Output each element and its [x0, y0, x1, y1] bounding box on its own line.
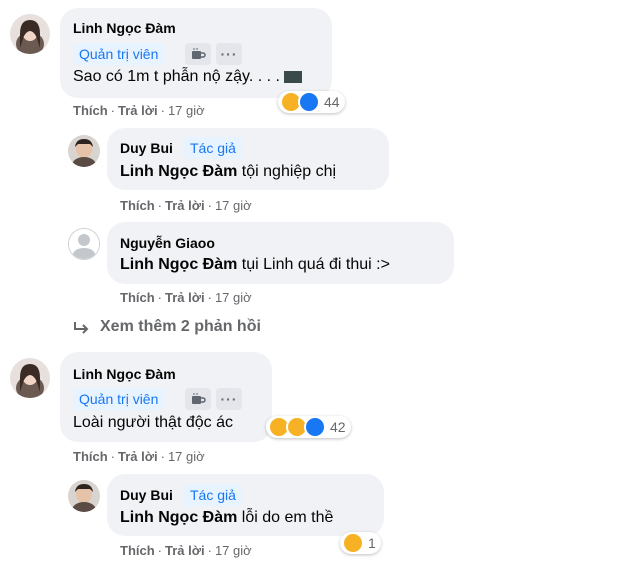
comment-actions: Thích · Trả lời · 17 giờ: [73, 103, 205, 118]
avatar-photo: [10, 14, 50, 54]
timestamp[interactable]: 17 giờ: [215, 290, 252, 305]
avatar-placeholder[interactable]: [68, 228, 100, 260]
reply-link[interactable]: Trả lời: [165, 198, 205, 213]
mention-link[interactable]: Linh Ngọc Đàm: [120, 509, 237, 526]
comment-author[interactable]: Linh Ngọc Đàm: [73, 366, 176, 382]
reply-link[interactable]: Trả lời: [165, 543, 205, 558]
like-icon: [304, 416, 326, 438]
reply-author[interactable]: Duy Bui: [120, 140, 173, 156]
reaction-summary[interactable]: 44: [278, 91, 345, 113]
reply-author[interactable]: Nguyễn Giaoo: [120, 235, 215, 251]
mention-link[interactable]: Linh Ngọc Đàm: [120, 256, 237, 273]
mention-link[interactable]: Linh Ngọc Đàm: [120, 163, 237, 180]
reply-text-content: tụi Linh quá đi thui :>: [241, 256, 390, 273]
reply-link[interactable]: Trả lời: [118, 449, 158, 464]
reply-text-content: tội nghiệp chị: [241, 163, 337, 180]
redacted-block: [283, 70, 302, 83]
avatar[interactable]: [10, 358, 50, 398]
timestamp[interactable]: 17 giờ: [215, 198, 252, 213]
comment-text: Sao có 1m t phẫn nộ zậy. . . .: [73, 68, 302, 86]
reply-text: Linh Ngọc Đàm lỗi do em thề: [120, 509, 333, 527]
reply-text-content: lỗi do em thề: [241, 509, 334, 526]
reaction-count: 44: [324, 94, 340, 110]
reply-link[interactable]: Trả lời: [118, 103, 158, 118]
reply-text: Linh Ngọc Đàm tội nghiệp chị: [120, 163, 336, 181]
more-options-button[interactable]: ···: [216, 43, 242, 65]
more-options-button[interactable]: ···: [216, 388, 242, 410]
reply-actions: Thích · Trả lời · 17 giờ: [120, 198, 252, 213]
coffee-icon[interactable]: [185, 43, 211, 65]
reaction-count: 42: [330, 419, 346, 435]
see-more-label[interactable]: Xem thêm 2 phản hồi: [100, 318, 261, 336]
coffee-cup-glyph: [192, 48, 206, 59]
like-link[interactable]: Thích: [73, 449, 108, 464]
reply-bubble: [107, 222, 454, 284]
default-user-icon: [69, 229, 99, 259]
admin-badge[interactable]: Quản trị viên: [73, 388, 165, 410]
like-link[interactable]: Thích: [120, 290, 155, 305]
reply-author[interactable]: Duy Bui: [120, 487, 173, 503]
admin-badge[interactable]: Quản trị viên: [73, 43, 165, 65]
coffee-icon[interactable]: [185, 388, 211, 410]
avatar-photo: [68, 480, 100, 512]
like-link[interactable]: Thích: [73, 103, 108, 118]
comment-text-content: Sao có 1m t phẫn nộ zậy. . . .: [73, 68, 280, 85]
timestamp[interactable]: 17 giờ: [168, 103, 205, 118]
avatar[interactable]: [68, 480, 100, 512]
avatar[interactable]: [68, 135, 100, 167]
avatar-photo: [68, 135, 100, 167]
comment-text: Loài người thật độc ác: [73, 414, 233, 431]
reaction-summary[interactable]: 42: [266, 416, 351, 438]
comment-actions: Thích · Trả lời · 17 giờ: [73, 449, 205, 464]
timestamp[interactable]: 17 giờ: [215, 543, 252, 558]
reaction-count: 1: [368, 535, 376, 551]
avatar[interactable]: [10, 14, 50, 54]
reply-actions: Thích · Trả lời · 17 giờ: [120, 543, 252, 558]
author-badge[interactable]: Tác giả: [184, 484, 242, 506]
haha-icon: [342, 532, 364, 554]
like-link[interactable]: Thích: [120, 543, 155, 558]
reply-text: Linh Ngọc Đàm tụi Linh quá đi thui :>: [120, 256, 390, 274]
reply-actions: Thích · Trả lời · 17 giờ: [120, 290, 252, 305]
author-badge[interactable]: Tác giả: [184, 137, 242, 159]
timestamp[interactable]: 17 giờ: [168, 449, 205, 464]
reaction-summary[interactable]: 1: [340, 532, 381, 554]
like-icon: [298, 91, 320, 113]
coffee-cup-glyph: [192, 393, 206, 404]
reply-link[interactable]: Trả lời: [165, 290, 205, 305]
reply-arrow-icon: [74, 322, 89, 334]
like-link[interactable]: Thích: [120, 198, 155, 213]
avatar-photo: [10, 358, 50, 398]
comment-author[interactable]: Linh Ngọc Đàm: [73, 20, 176, 36]
